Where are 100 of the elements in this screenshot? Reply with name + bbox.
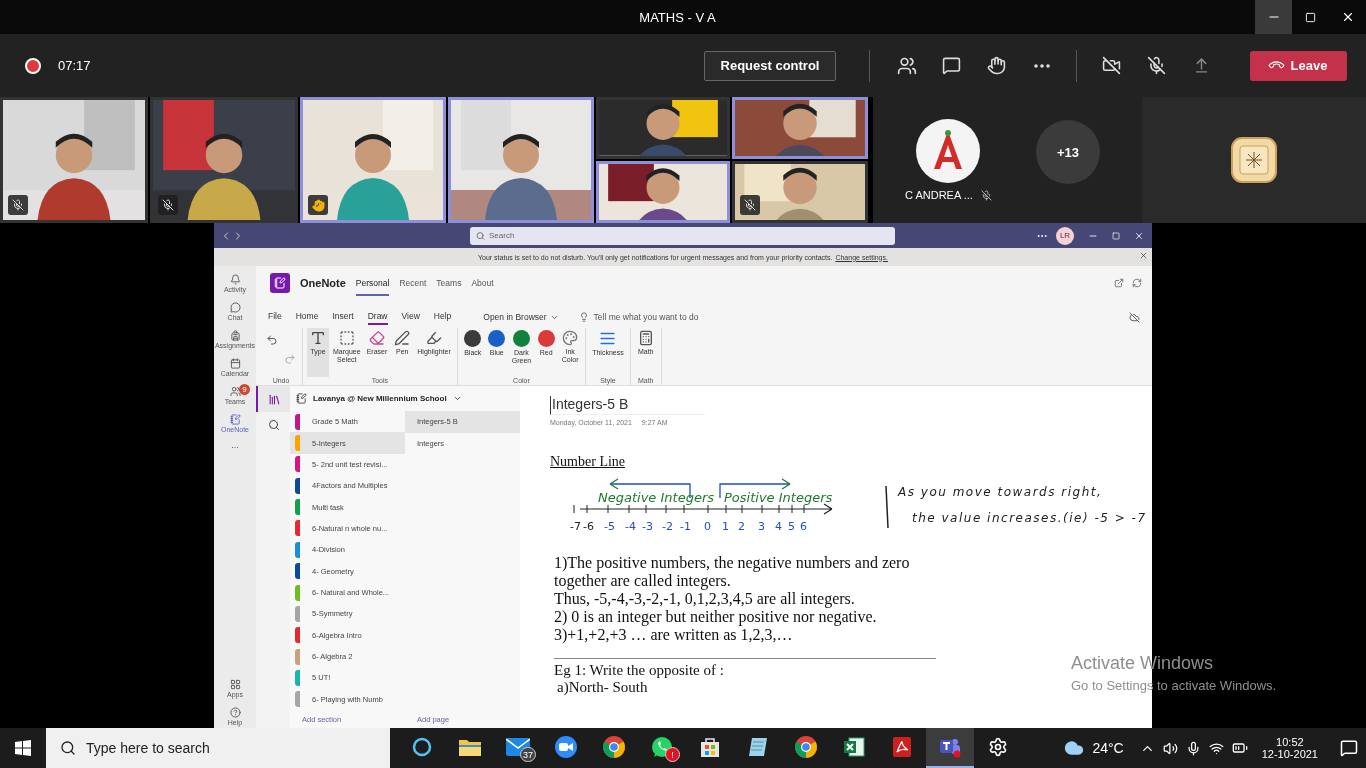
notebook-icon — [229, 414, 241, 425]
chat-icon — [229, 302, 241, 313]
tick-label: 5 — [788, 520, 795, 533]
palette-icon — [562, 330, 579, 346]
people-icon — [896, 55, 917, 76]
chrome-icon — [602, 735, 626, 759]
user-avatar[interactable]: LR — [1056, 226, 1074, 245]
calendar-icon — [229, 358, 241, 369]
ribbon-tab[interactable]: Insert — [332, 309, 354, 325]
close-icon[interactable] — [1134, 230, 1144, 241]
leave-button[interactable]: Leave — [1250, 50, 1347, 81]
app-tab[interactable]: About — [471, 270, 494, 296]
help-icon — [229, 707, 241, 718]
notebooks-button[interactable] — [256, 386, 290, 412]
clock-time: 10:52 — [1276, 736, 1304, 748]
ribbon-tab[interactable]: Home — [295, 309, 319, 325]
more-participants-count: +13 — [1035, 120, 1100, 184]
tick-label: -3 — [642, 520, 653, 533]
tick-label: 1 — [722, 520, 729, 533]
avatar-icon — [916, 119, 981, 183]
tick-label: -7 — [570, 520, 581, 533]
paragraph: 2) 0 is an integer but neither positive nor negative. — [553, 608, 878, 626]
app-tab[interactable]: Recent — [399, 270, 427, 296]
app-badge: ! — [665, 747, 680, 762]
wifi-icon[interactable] — [1208, 740, 1224, 756]
share-icon — [1193, 57, 1210, 74]
close-button[interactable] — [1139, 251, 1148, 260]
maximize-icon[interactable] — [1112, 231, 1120, 240]
ink-note: the value increases.(ie) -5 > -7 — [912, 511, 1147, 525]
refresh-icon[interactable] — [1132, 278, 1142, 288]
ink-note: As you move towards right, — [898, 485, 1103, 499]
tell-me-field[interactable]: Tell me what you want to do — [593, 312, 699, 322]
people-icon — [229, 386, 241, 397]
app-tab[interactable]: Teams — [436, 270, 462, 296]
search-field[interactable]: Search — [470, 226, 895, 245]
undo-button[interactable] — [264, 332, 280, 348]
tick-label: 3 — [758, 520, 765, 533]
windows-logo — [15, 740, 31, 756]
more-apps-button[interactable]: ... — [231, 440, 239, 450]
notebook-icon — [296, 393, 307, 404]
weather-icon — [1064, 738, 1085, 758]
tick-label: -1 — [680, 520, 691, 533]
chat-icon — [942, 56, 961, 75]
redo-icon — [284, 353, 296, 365]
section-heading: Number Line — [550, 454, 626, 470]
divider-stroke — [885, 485, 889, 529]
spreadsheet-icon — [843, 736, 865, 758]
notifications-icon[interactable] — [1340, 739, 1358, 757]
thickness-icon — [599, 330, 617, 347]
chevron-down-icon — [452, 394, 462, 403]
app-name: OneNote — [300, 277, 346, 289]
window-title: MATHS - V A — [638, 9, 717, 25]
lightbulb-icon — [578, 312, 589, 322]
tick-label: -5 — [604, 520, 615, 533]
ring-icon — [411, 736, 433, 758]
request-control-button[interactable]: Request control — [704, 50, 836, 81]
board-icon — [1230, 136, 1278, 184]
participant-name: C ANDREA ... — [905, 189, 973, 201]
battery-icon[interactable] — [1231, 740, 1248, 756]
tick-label: 0 — [704, 520, 711, 533]
chrome-icon — [794, 735, 818, 759]
tick-label: -4 — [625, 520, 636, 533]
taskbar-app[interactable]: ! — [638, 728, 686, 768]
popout-icon[interactable] — [1114, 278, 1124, 288]
people-app-icon — [938, 736, 962, 758]
folder-icon — [458, 737, 482, 757]
ribbon-tab[interactable]: View — [401, 309, 420, 325]
ribbon-tab[interactable]: File — [268, 309, 282, 325]
maximize-icon — [1305, 11, 1316, 23]
camera-off-icon — [1102, 56, 1121, 75]
video-camera-icon — [554, 735, 578, 759]
mic-icon[interactable] — [1185, 740, 1201, 756]
math-icon — [637, 330, 654, 346]
settings-icon — [988, 737, 1008, 757]
notebook-picker[interactable]: Lavanya @ New Millennium School — [290, 386, 520, 411]
hand-icon — [987, 56, 1006, 75]
mic-off-icon — [1147, 56, 1166, 75]
ribbon-tab[interactable]: Help — [433, 309, 452, 325]
grid-icon — [229, 679, 241, 690]
eraser-icon — [368, 330, 385, 346]
tick-label: 2 — [738, 520, 745, 533]
paragraph: 3)+1,+2,+3 … are written as 1,2,3,… — [553, 626, 794, 644]
dashed-square-icon — [338, 330, 355, 346]
backpack-icon — [229, 330, 241, 341]
document-icon — [891, 736, 913, 758]
example-title: Eg 1: Write the opposite of : — [553, 662, 724, 679]
ink-label: Negative Integers — [598, 490, 714, 505]
page-title[interactable]: Integers-5 B — [550, 396, 705, 415]
undo-icon — [266, 334, 278, 346]
ribbon-tab[interactable]: Draw — [367, 309, 388, 325]
temperature: 24°C — [1092, 740, 1124, 756]
open-in-browser-button[interactable]: Open in Browser — [477, 311, 565, 323]
app-tab[interactable]: Personal — [355, 270, 390, 296]
tick-label: 6 — [800, 520, 807, 533]
taskbar-app[interactable]: 37 — [494, 728, 542, 768]
speaker-icon[interactable] — [1162, 740, 1178, 756]
search-icon — [60, 740, 76, 756]
example-item: a)North- South — [556, 679, 648, 696]
taskbar-search-field[interactable]: Type here to search — [46, 728, 390, 768]
tick-label: 4 — [775, 520, 782, 533]
